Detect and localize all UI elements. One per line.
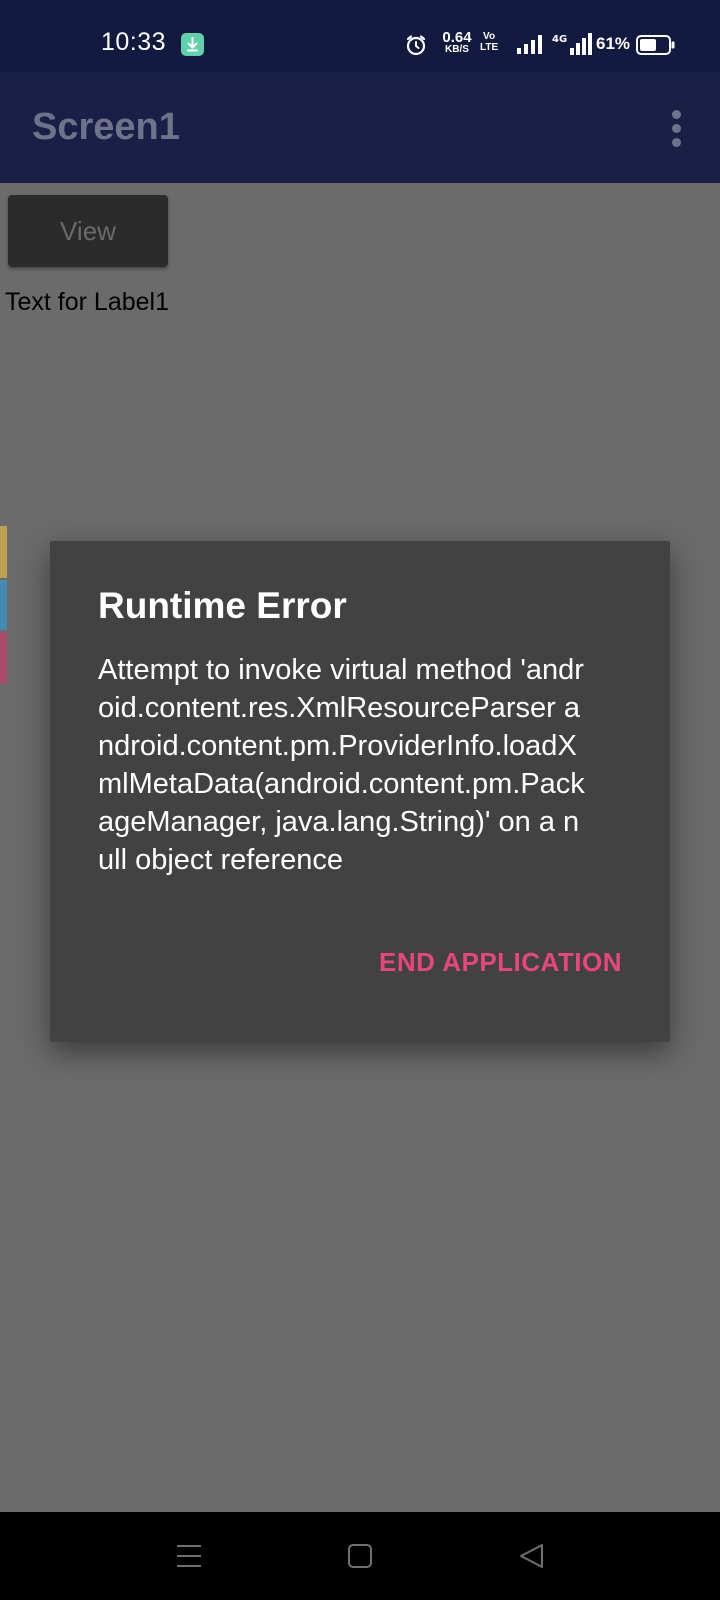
net-speed-value: 0.64 <box>442 29 472 46</box>
dialog-title: Runtime Error <box>98 585 347 626</box>
home-icon[interactable] <box>347 1542 373 1575</box>
app-title: Screen1 <box>32 106 180 148</box>
battery-percent: 61% <box>596 34 631 53</box>
edge-strip-pink <box>0 632 7 684</box>
status-time: 10:33 <box>101 28 167 56</box>
dialog-message: Attempt to invoke virtual method 'androi… <box>98 654 585 876</box>
menu-icon[interactable] <box>175 1542 203 1575</box>
label1: Text for Label1 <box>5 288 169 316</box>
net-speed: 0.64 KB/S <box>437 30 477 55</box>
end-application-button[interactable]: END APPLICATION <box>379 947 622 978</box>
view-button[interactable]: View <box>8 195 168 267</box>
back-icon[interactable] <box>518 1542 546 1575</box>
battery-icon <box>636 35 676 60</box>
edge-strip-blue <box>0 580 7 630</box>
volte-bottom: LTE <box>480 42 499 53</box>
navigation-bar <box>0 1512 720 1600</box>
signal-icon <box>516 34 544 59</box>
alarm-icon <box>404 33 428 62</box>
volte-top: Vo <box>483 31 496 42</box>
edge-strip-yellow <box>0 526 7 578</box>
app-bar: Screen1 <box>0 72 720 183</box>
runtime-error-dialog: Runtime Error Attempt to invoke virtual … <box>50 541 670 1042</box>
download-icon <box>181 33 204 56</box>
signal-4g-icon: 4G <box>552 30 592 61</box>
svg-text:4G: 4G <box>552 34 567 45</box>
overflow-menu-icon[interactable] <box>664 110 688 150</box>
volte-icon: Vo LTE <box>480 31 498 53</box>
status-bar: 10:33 0.64 KB/S Vo LTE 4G 61% <box>0 0 720 72</box>
net-speed-unit: KB/S <box>445 44 469 55</box>
